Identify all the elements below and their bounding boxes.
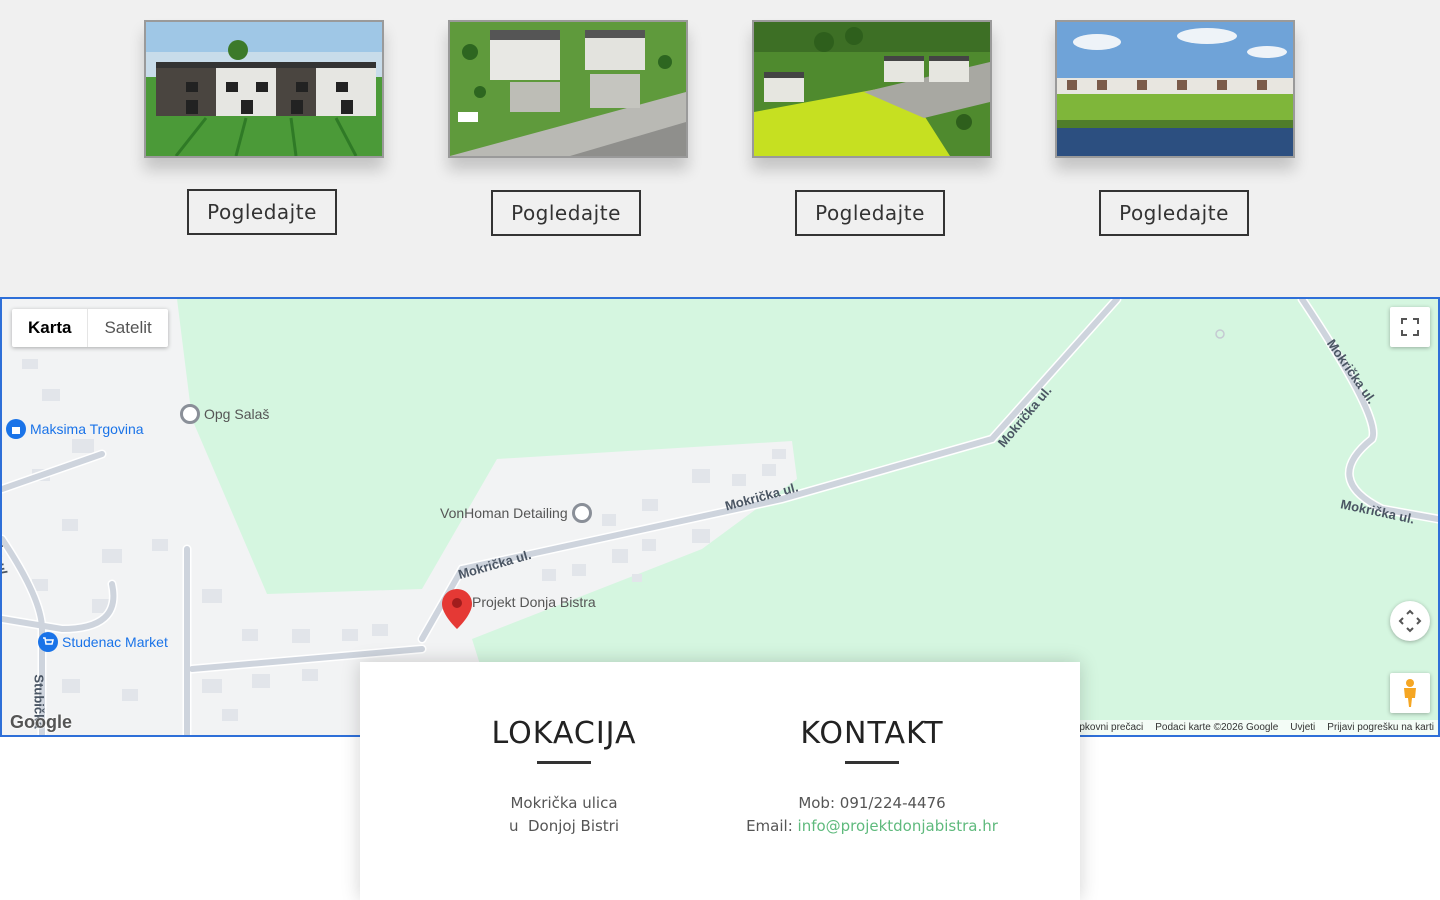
street-view-pegman[interactable] [1390,673,1430,713]
view-button-2[interactable]: Pogledajte [491,190,641,236]
camera-control-icon [1398,609,1422,633]
terms-link[interactable]: Uvjeti [1290,722,1315,733]
poi-opg[interactable]: Opg Salaš [180,404,269,424]
poi-studenac[interactable]: Studenac Market [38,632,168,652]
townhouses-river-image [1057,22,1293,156]
pegman-icon [1404,679,1416,707]
keyboard-shortcuts-link[interactable]: pkovni prečaci [1079,722,1143,733]
poi-projekt[interactable]: Projekt Donja Bistra [440,587,596,631]
shopping-bag-icon [6,419,26,439]
gallery-image-4[interactable] [1055,20,1295,158]
map-type-map-button[interactable]: Karta [12,309,89,347]
gallery-section: Pogledajte Pogledajte Pogledajte Pogleda… [0,0,1440,298]
houses-aerial-image [450,22,686,156]
email-link[interactable]: info@projektdonjabistra.hr [798,817,998,835]
view-button-1[interactable]: Pogledajte [187,189,337,235]
map-attribution: pkovni prečaci Podaci karte ©2026 Google… [1075,720,1438,735]
poi-maksima-label: Maksima Trgovina [30,421,144,437]
contact-mobile: Mob: 091/224-4476 [798,794,946,812]
poi-vonhoman[interactable]: VonHoman Detailing [440,503,596,523]
place-marker-icon [571,503,592,523]
fullscreen-icon [1401,318,1419,336]
contact-column: KONTAKT Mob: 091/224-4476 Email: info@pr… [712,716,1032,838]
info-card: LOKACIJA Mokrička ulica u Donjoj Bistri … [360,662,1080,900]
poi-maksima[interactable]: Maksima Trgovina [6,419,144,439]
poi-projekt-label: Projekt Donja Bistra [472,594,596,610]
townhouses-front-image [146,22,382,156]
report-error-link[interactable]: Prijavi pogrešku na karti [1327,722,1434,733]
location-column: LOKACIJA Mokrička ulica u Donjoj Bistri [404,716,724,838]
location-title: LOKACIJA [491,716,637,751]
email-label: Email: [746,817,793,835]
map-pin-icon [442,589,472,629]
title-underline [537,761,591,764]
title-underline [845,761,899,764]
location-line-2: u Donjoj Bistri [508,817,620,835]
gallery-image-2[interactable] [448,20,688,158]
camera-control-button[interactable] [1390,601,1430,641]
place-marker-icon [180,404,200,424]
gallery-image-3[interactable] [752,20,992,158]
poi-opg-label: Opg Salaš [204,406,270,422]
location-line-1: Mokrička ulica [510,794,618,812]
site-aerial-image [754,22,990,156]
contact-title: KONTAKT [800,716,944,751]
map-type-switcher: Karta Satelit [12,309,168,347]
map-data-text: Podaci karte ©2026 Google [1155,722,1279,733]
map-type-satellite-button[interactable]: Satelit [88,309,167,347]
gallery-image-1[interactable] [144,20,384,158]
poi-studenac-label: Studenac Market [62,634,168,650]
poi-vonhoman-label: VonHoman Detailing [440,505,568,521]
view-button-3[interactable]: Pogledajte [795,190,945,236]
google-logo: Google [10,712,72,732]
contact-email-row: Email: info@projektdonjabistra.hr [712,815,1032,838]
view-button-4[interactable]: Pogledajte [1099,190,1249,236]
shopping-cart-icon [38,632,58,652]
fullscreen-button[interactable] [1390,307,1430,347]
